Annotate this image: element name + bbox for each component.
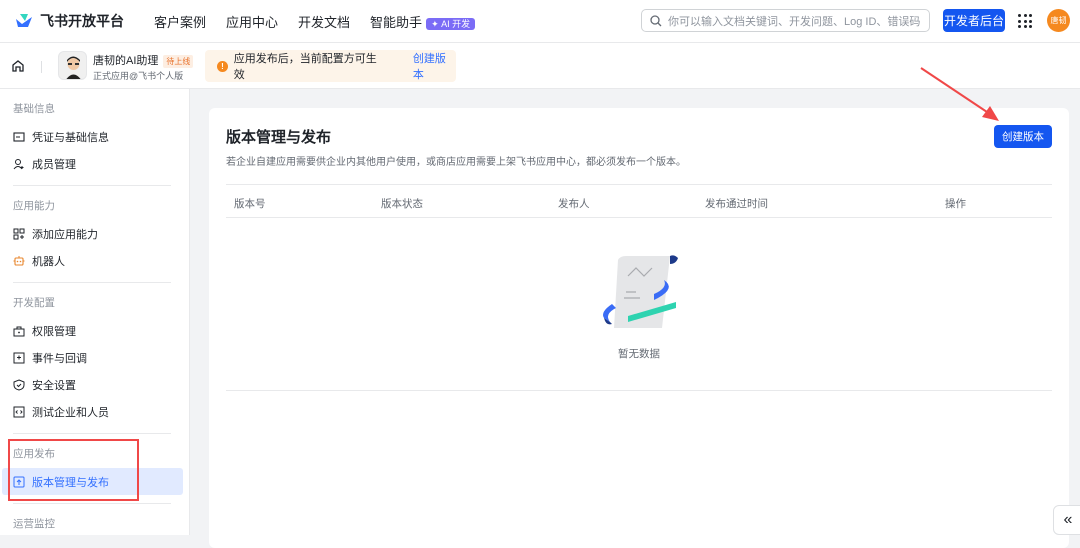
divider	[13, 503, 171, 504]
column-publisher: 发布人	[558, 198, 590, 210]
upload-icon	[13, 476, 25, 488]
id-card-icon	[13, 131, 25, 143]
empty-state: 暂无数据	[226, 218, 1052, 391]
sidebar-item-events[interactable]: 事件与回调	[0, 344, 183, 371]
sidebar-item-security[interactable]: 安全设置	[0, 371, 183, 398]
page-title: 版本管理与发布	[226, 129, 332, 146]
divider	[13, 185, 171, 186]
sidebar-item-permissions[interactable]: 权限管理	[0, 317, 183, 344]
column-version: 版本号	[234, 198, 266, 210]
sidebar-group-monitoring: 运营监控	[13, 518, 55, 530]
sidebar-item-test-users[interactable]: 测试企业和人员	[0, 398, 183, 425]
status-badge: 待上线	[163, 55, 194, 68]
nav-dev-docs[interactable]: 开发文档	[298, 12, 350, 31]
sidebar-group-basic: 基础信息	[13, 103, 55, 115]
lock-icon	[13, 325, 25, 337]
page-description: 若企业自建应用需要供企业内其他用户使用，或商店应用需要上架飞书应用中心，都必须发…	[226, 157, 686, 168]
create-version-link[interactable]: 创建版本	[413, 50, 456, 82]
developer-console-button[interactable]: 开发者后台	[943, 9, 1005, 32]
version-management-panel: 版本管理与发布 若企业自建应用需要供企业内其他用户使用，或商店应用需要上架飞书应…	[209, 108, 1069, 548]
sidebar-group-dev-config: 开发配置	[13, 297, 55, 309]
divider	[13, 282, 171, 283]
app-avatar	[58, 51, 87, 80]
table-header: 版本号 版本状态 发布人 发布通过时间 操作	[226, 184, 1052, 218]
top-navbar: 飞书开放平台 客户案例 应用中心 开发文档 智能助手 ✦ AI 开发 你可以输入文…	[0, 0, 1080, 43]
sidebar-item-label: 版本管理与发布	[32, 476, 109, 489]
empty-document-icon	[603, 255, 678, 328]
sidebar-item-label: 测试企业和人员	[32, 406, 109, 419]
divider	[13, 433, 171, 434]
code-icon	[13, 406, 25, 418]
ai-badge: ✦ AI 开发	[426, 17, 476, 30]
divider	[41, 61, 42, 73]
column-actions: 操作	[945, 198, 966, 210]
search-placeholder: 你可以输入文档关键词、开发问题、Log ID、错误码	[668, 15, 921, 28]
user-avatar[interactable]: 唐韧	[1047, 9, 1070, 32]
nav-ai-assistant-label: 智能助手	[370, 14, 423, 30]
notice-text: 应用发布后，当前配置方可生效	[233, 53, 377, 81]
sidebar-item-label: 权限管理	[32, 325, 76, 338]
sidebar-item-label: 安全设置	[32, 379, 76, 392]
collapse-panel-button[interactable]: «	[1053, 505, 1080, 535]
create-version-button[interactable]: 创建版本	[994, 125, 1052, 148]
feishu-logo-icon	[16, 14, 32, 27]
sidebar-item-add-capability[interactable]: 添加应用能力	[0, 220, 183, 247]
ai-badge-label: AI 开发	[441, 18, 471, 29]
column-status: 版本状态	[381, 198, 423, 210]
empty-text: 暂无数据	[618, 348, 660, 360]
sidebar-item-label: 机器人	[32, 255, 65, 268]
apps-add-icon	[13, 228, 25, 240]
app-subheader: 唐韧的AI助理 待上线 正式应用@飞书个人版 ! 应用发布后，当前配置方可生效 创…	[0, 43, 1080, 89]
nav-customer-cases[interactable]: 客户案例	[154, 12, 206, 31]
double-chevron-left-icon: «	[1063, 511, 1073, 528]
robot-icon	[13, 255, 25, 267]
brand-name: 飞书开放平台	[40, 13, 124, 29]
search-input[interactable]: 你可以输入文档关键词、开发问题、Log ID、错误码	[641, 9, 930, 32]
apps-grid-icon[interactable]	[1018, 14, 1032, 28]
nav-app-center[interactable]: 应用中心	[226, 12, 278, 31]
warning-icon: !	[217, 60, 228, 72]
sidebar-group-publish: 应用发布	[13, 448, 55, 460]
column-approved-time: 发布通过时间	[705, 198, 768, 210]
sidebar-item-members[interactable]: 成员管理	[0, 150, 183, 177]
sidebar-item-label: 成员管理	[32, 158, 76, 171]
search-icon	[650, 14, 662, 26]
publish-notice: ! 应用发布后，当前配置方可生效 创建版本	[205, 50, 456, 82]
home-icon[interactable]	[11, 59, 25, 73]
sidebar-item-robot[interactable]: 机器人	[0, 247, 183, 274]
shield-icon	[13, 378, 25, 391]
sidebar-group-capabilities: 应用能力	[13, 200, 55, 212]
brand-logo[interactable]: 飞书开放平台	[14, 11, 124, 31]
user-add-icon	[13, 158, 25, 170]
sidebar-item-label: 凭证与基础信息	[32, 131, 109, 144]
sidebar: 基础信息 凭证与基础信息 成员管理 应用能力 添加应用能力 机器人 开发配置 权…	[0, 89, 190, 535]
sidebar-item-label: 添加应用能力	[32, 228, 98, 241]
sidebar-item-version-management[interactable]: 版本管理与发布	[2, 468, 183, 495]
app-name: 唐韧的AI助理	[93, 55, 159, 67]
sidebar-item-credentials[interactable]: 凭证与基础信息	[0, 123, 183, 150]
event-icon	[13, 352, 25, 364]
nav-ai-assistant[interactable]: 智能助手 ✦ AI 开发	[370, 12, 476, 31]
app-subtitle: 正式应用@飞书个人版	[93, 71, 184, 81]
sidebar-item-label: 事件与回调	[32, 352, 87, 365]
